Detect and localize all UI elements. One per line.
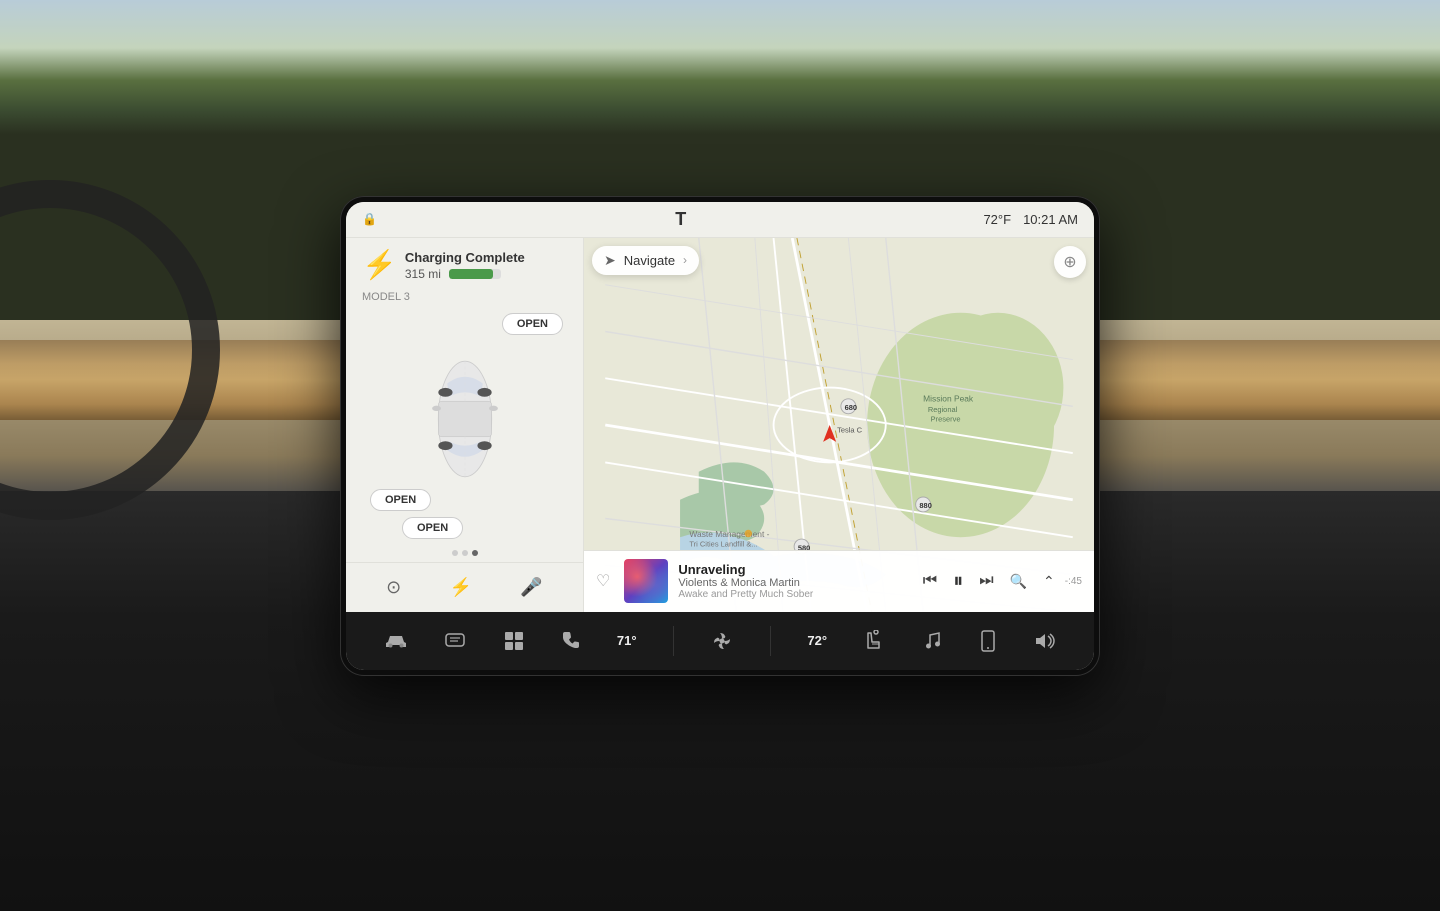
music-artist: Violents & Monica Martin [678, 577, 912, 589]
dot-1 [452, 550, 458, 556]
taskbar-volume[interactable] [1032, 630, 1056, 652]
left-bottom-icons: ⊙ ⚡ 🎤 [346, 562, 583, 612]
taskbar-mobile[interactable] [980, 630, 996, 652]
open-top-button[interactable]: OPEN [502, 313, 563, 335]
svg-text:Mission Peak: Mission Peak [923, 393, 974, 403]
taskbar-music[interactable] [921, 630, 943, 652]
seat-icon [863, 630, 885, 652]
music-info: Unraveling Violents & Monica Martin Awak… [678, 562, 912, 600]
grid-icon [503, 630, 525, 652]
main-content: ⚡ Charging Complete 315 mi MODEL 3 [346, 238, 1094, 612]
navigate-chevron-icon: › [683, 253, 687, 267]
charge-icon[interactable]: ⚡ [446, 573, 476, 602]
svg-text:Waste Management -: Waste Management - [689, 529, 769, 539]
battery-bar-inner [449, 269, 493, 279]
compass-button[interactable]: ⊕ [1054, 246, 1086, 278]
car-svg [405, 339, 525, 499]
album-art [624, 559, 668, 603]
navigate-bar[interactable]: ➤ Navigate › [592, 246, 699, 275]
album-art-gradient [624, 559, 668, 603]
heart-icon[interactable]: ♡ [596, 571, 610, 591]
temp-right-value: 72° [807, 633, 827, 648]
car-taskbar-icon [384, 632, 408, 650]
car-controls: OPEN [346, 309, 583, 544]
model-label: MODEL 3 [346, 289, 583, 309]
music-controls: ⏮ ⏸ ⏭ 🔍 ⌃ [923, 570, 1055, 593]
fan-icon [710, 629, 734, 653]
taskbar-phone[interactable] [561, 630, 581, 652]
temp-left-value: 71° [617, 633, 637, 648]
svg-text:Regional: Regional [928, 404, 958, 413]
left-panel: ⚡ Charging Complete 315 mi MODEL 3 [346, 238, 584, 612]
charging-info: Charging Complete 315 mi [405, 250, 567, 281]
temperature-display: 72°F [983, 212, 1011, 227]
screen: 🔒 T 72°F 10:21 AM ⚡ Charging Complete [346, 202, 1094, 670]
pause-button[interactable]: ⏸ [953, 570, 963, 593]
status-right: 72°F 10:21 AM [983, 212, 1078, 227]
navigate-label: Navigate [624, 253, 675, 268]
lock-icon: 🔒 [362, 212, 377, 226]
miles-value: 315 mi [405, 267, 441, 281]
next-button[interactable]: ⏭ [979, 572, 993, 590]
charging-miles: 315 mi [405, 267, 567, 281]
music-title: Unraveling [678, 562, 912, 577]
status-left: 🔒 [362, 212, 377, 226]
mic-icon[interactable]: 🎤 [516, 573, 546, 602]
car-image [405, 339, 525, 499]
settings-icon[interactable]: ⊙ [382, 573, 405, 602]
taskbar-temp-left[interactable]: 71° [617, 633, 637, 648]
time-display: 10:21 AM [1023, 212, 1078, 227]
svg-text:Tri Cities Landfill &...: Tri Cities Landfill &... [689, 539, 757, 548]
taskbar-climate[interactable] [444, 630, 466, 652]
status-bar: 🔒 T 72°F 10:21 AM [346, 202, 1094, 238]
progress-time: -:45 [1065, 576, 1082, 587]
dot-3 [472, 550, 478, 556]
map-panel: 680 580 880 Mission Peak Regional Preser… [584, 238, 1094, 612]
taskbar-car[interactable] [384, 632, 408, 650]
music-note-icon [921, 630, 943, 652]
search-music-button[interactable]: 🔍 [1010, 573, 1027, 590]
taskbar-grid[interactable] [503, 630, 525, 652]
svg-text:880: 880 [919, 501, 931, 510]
battery-bar-outer [449, 269, 501, 279]
climate-icon [444, 630, 466, 652]
phone-icon [561, 630, 581, 652]
charging-header: ⚡ Charging Complete 315 mi [346, 238, 583, 289]
expand-music-button[interactable]: ⌃ [1043, 573, 1055, 590]
svg-text:Tesla C: Tesla C [837, 425, 863, 434]
taskbar-divider-1 [673, 626, 674, 656]
navigate-arrow-icon: ➤ [604, 252, 616, 269]
open-trunk-button[interactable]: OPEN [402, 517, 463, 539]
taskbar-temp-right[interactable]: 72° [807, 633, 827, 648]
svg-text:Preserve: Preserve [931, 414, 961, 423]
mobile-icon [980, 630, 996, 652]
taskbar-divider-2 [770, 626, 771, 656]
compass-icon: ⊕ [1063, 252, 1076, 272]
prev-button[interactable]: ⏮ [923, 572, 937, 590]
volume-icon [1032, 630, 1056, 652]
dots-indicator [346, 544, 583, 562]
svg-text:680: 680 [845, 403, 857, 412]
screen-bezel: 🔒 T 72°F 10:21 AM ⚡ Charging Complete [340, 196, 1100, 676]
taskbar: 71° 72° [346, 612, 1094, 670]
charging-title: Charging Complete [405, 250, 567, 265]
status-center: T [675, 209, 685, 230]
music-album: Awake and Pretty Much Sober [678, 589, 912, 600]
tesla-logo: T [675, 209, 685, 230]
taskbar-fan[interactable] [710, 629, 734, 653]
music-player: ♡ Unraveling Violents & Monica Martin Aw… [584, 550, 1094, 612]
lightning-icon-large: ⚡ [362, 251, 397, 279]
taskbar-seat[interactable] [863, 630, 885, 652]
dot-2 [462, 550, 468, 556]
